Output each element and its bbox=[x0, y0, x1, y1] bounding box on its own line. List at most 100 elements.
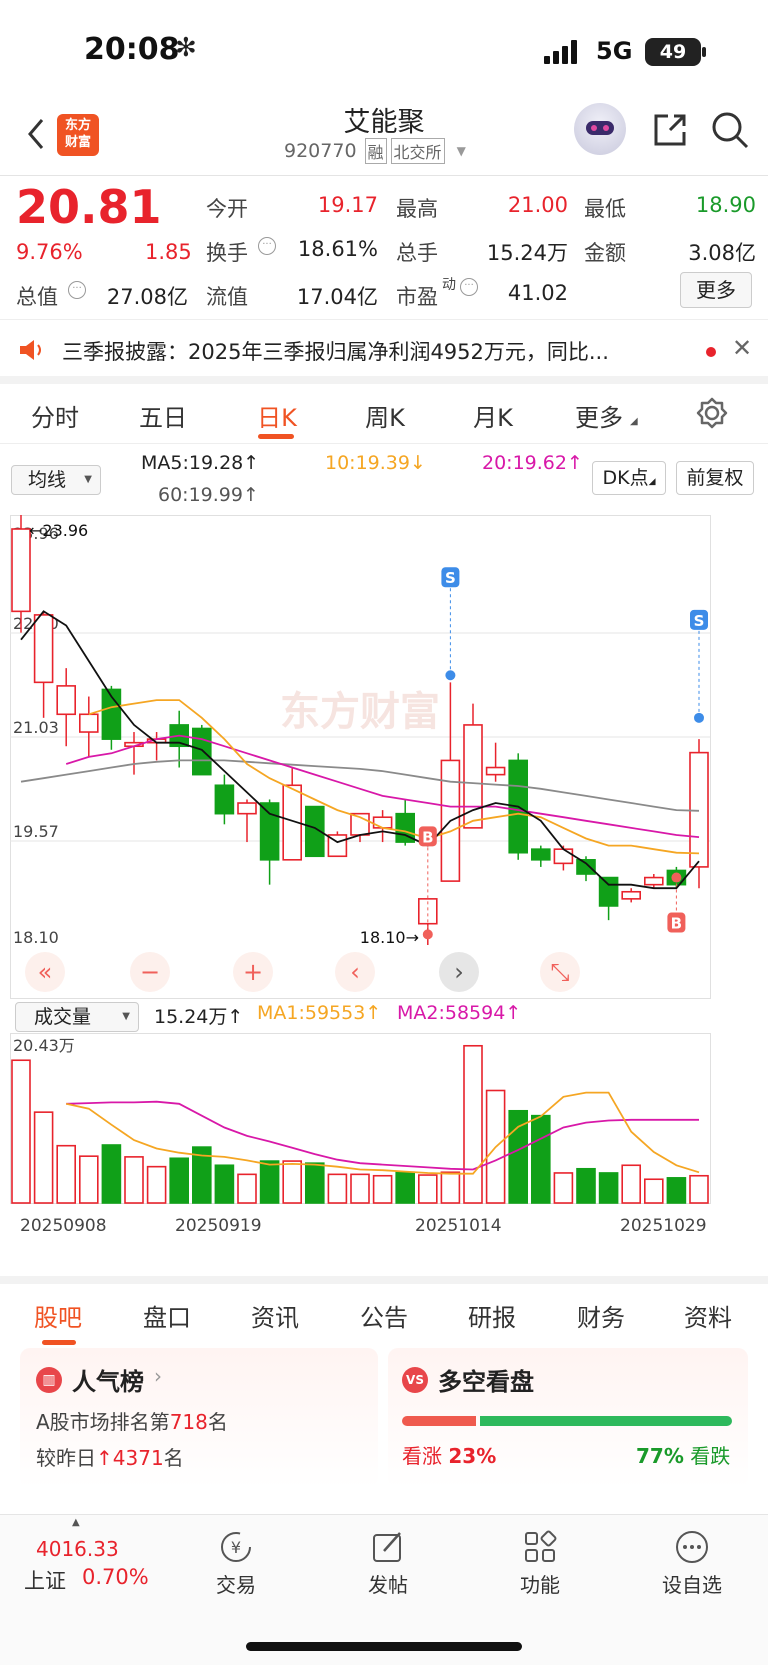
amt-label: 金额 bbox=[584, 241, 626, 265]
rank-line: A股市场排名第718名 bbox=[36, 1406, 228, 1435]
x-date-label: 20250908 bbox=[20, 1216, 107, 1236]
search-icon[interactable] bbox=[710, 110, 750, 154]
delta-suffix: 名 bbox=[163, 1446, 184, 1470]
x-date-label: 20251014 bbox=[415, 1216, 502, 1236]
vol-ma2-line bbox=[66, 1100, 699, 1171]
tab-intraday[interactable]: 分时 bbox=[22, 398, 88, 433]
exchange-tag: 北交所 bbox=[390, 138, 445, 164]
stock-code: 920770 bbox=[284, 140, 357, 162]
tab-orderbook[interactable]: 盘口 bbox=[133, 1298, 201, 1333]
control-glyph: ⤡ bbox=[550, 958, 569, 986]
candle-body bbox=[259, 802, 280, 861]
bull-bear-card[interactable]: VS 多空看盘 看涨 23% 77% 看跌 bbox=[388, 1348, 748, 1488]
more-button[interactable]: 更多 bbox=[680, 272, 752, 308]
watermark: 东方财富 bbox=[280, 689, 440, 735]
close-icon[interactable]: ✕ bbox=[732, 334, 752, 362]
stock-code-row[interactable]: 920770 融 北交所 ▼ bbox=[284, 137, 466, 165]
index-widget[interactable]: ▲ 4016.33 上证 0.70% bbox=[20, 1517, 170, 1597]
volume-bar bbox=[124, 1156, 144, 1204]
volume-value: 15.24万↑ bbox=[154, 1006, 244, 1028]
signal-label: B bbox=[422, 828, 433, 846]
bear-label: 77% 看跌 bbox=[636, 1440, 730, 1469]
post-button[interactable]: 发帖 bbox=[358, 1529, 418, 1599]
dk-point-button[interactable]: DK点◢ bbox=[592, 461, 666, 495]
content-tabs: 股吧 盘口 资讯 公告 研报 财务 资料 bbox=[0, 1276, 768, 1345]
bear-label-text: 看跌 bbox=[690, 1444, 731, 1468]
popularity-card[interactable]: ▥ 人气榜 › A股市场排名第718名 较昨日↑4371名 bbox=[20, 1348, 378, 1488]
zoom-in-icon[interactable]: + bbox=[233, 952, 273, 992]
home-indicator bbox=[246, 1642, 522, 1651]
notice-bar[interactable]: 三季报披露：2025年三季报归属净利润4952万元，同比... ✕ bbox=[0, 320, 768, 384]
signal-icon bbox=[544, 40, 584, 64]
info-icon[interactable]: ··· bbox=[68, 281, 86, 299]
control-glyph: − bbox=[140, 958, 160, 986]
volume-bar bbox=[169, 1157, 189, 1204]
tab-weekly[interactable]: 周K bbox=[352, 398, 418, 433]
fullscreen-icon[interactable]: ⤡ bbox=[540, 952, 580, 992]
volume-bar bbox=[621, 1164, 642, 1204]
yen-icon: ¥ bbox=[221, 1532, 251, 1562]
share-icon[interactable] bbox=[650, 110, 690, 154]
signal-label: B bbox=[671, 915, 682, 933]
dk-point-label: DK点 bbox=[602, 467, 649, 489]
tab-announce[interactable]: 公告 bbox=[350, 1298, 418, 1333]
y-tick-label: 21.03 bbox=[13, 718, 59, 737]
settings-icon[interactable] bbox=[696, 397, 728, 433]
tab-monthly[interactable]: 月K bbox=[460, 398, 526, 433]
candle-body bbox=[598, 876, 619, 907]
grid-icon bbox=[525, 1530, 557, 1562]
x-date-label: 20251029 bbox=[620, 1216, 707, 1236]
popularity-icon: ▥ bbox=[36, 1367, 62, 1393]
tab-finance[interactable]: 财务 bbox=[567, 1298, 635, 1333]
tab-profile[interactable]: 资料 bbox=[674, 1298, 742, 1333]
volume-bar bbox=[327, 1173, 348, 1204]
pe-value: 41.02 bbox=[507, 281, 568, 305]
control-glyph: + bbox=[243, 958, 263, 986]
tab-research[interactable]: 研报 bbox=[458, 1298, 526, 1333]
tab-five-day[interactable]: 五日 bbox=[130, 398, 196, 433]
kline-chart[interactable]: 23.9622.5021.0319.5718.10东方财富←23.9618.10… bbox=[10, 515, 758, 999]
vol-ma1-line bbox=[66, 1091, 700, 1175]
double-left-icon[interactable]: « bbox=[25, 952, 65, 992]
tab-news[interactable]: 资讯 bbox=[241, 1298, 309, 1333]
ma60-label: 60:19.99↑ bbox=[158, 484, 259, 506]
tab-daily[interactable]: 日K bbox=[244, 398, 310, 433]
unread-dot bbox=[706, 347, 716, 357]
battery-icon: 49 bbox=[645, 38, 701, 66]
volume-bar bbox=[576, 1167, 596, 1204]
vol-value: 15.24万 bbox=[486, 241, 568, 265]
volume-bar bbox=[463, 1044, 483, 1204]
control-glyph: « bbox=[38, 958, 53, 986]
watchlist-label: 设自选 bbox=[662, 1573, 722, 1597]
candle-body bbox=[192, 727, 212, 776]
volume-select[interactable]: 成交量 ▼ bbox=[15, 1002, 139, 1032]
right-icon[interactable]: › bbox=[439, 952, 479, 992]
vol-ma2-label: MA2:58594↑ bbox=[397, 1002, 522, 1024]
bull-label: 看涨 23% bbox=[402, 1440, 496, 1469]
amt-value: 3.08亿 bbox=[688, 241, 756, 265]
turn-value: 18.61% bbox=[297, 237, 378, 261]
clock: 20:08 bbox=[84, 32, 180, 67]
snowflake-icon: ✻ bbox=[175, 33, 197, 63]
left-icon[interactable]: ‹ bbox=[335, 952, 375, 992]
indicator-select-label: 均线 bbox=[28, 469, 67, 491]
volume-bar bbox=[350, 1173, 370, 1204]
robot-avatar[interactable] bbox=[574, 103, 626, 155]
indicator-select[interactable]: 均线 ▼ bbox=[11, 465, 101, 495]
trade-button[interactable]: ¥ 交易 bbox=[206, 1529, 266, 1599]
adjust-button[interactable]: 前复权 bbox=[676, 461, 754, 495]
turn-label: 换手 bbox=[206, 241, 248, 265]
volume-bar bbox=[33, 1111, 54, 1204]
tab-active-underline bbox=[42, 1340, 76, 1345]
volume-chart[interactable]: 20.43万 20250908 20250919 20251014 20251029 bbox=[10, 1033, 758, 1275]
mcap-label: 总值 bbox=[16, 285, 58, 309]
function-button[interactable]: 功能 bbox=[510, 1529, 570, 1599]
info-icon[interactable]: ··· bbox=[258, 237, 276, 255]
rank-suffix: 名 bbox=[207, 1410, 228, 1434]
tab-more[interactable]: 更多 bbox=[566, 398, 632, 433]
tab-forum[interactable]: 股吧 bbox=[24, 1298, 92, 1333]
zoom-out-icon[interactable]: − bbox=[130, 952, 170, 992]
delta-value: 4371 bbox=[112, 1446, 164, 1470]
add-watchlist-button[interactable]: 设自选 bbox=[654, 1529, 730, 1599]
up-arrow-icon: ↑ bbox=[96, 1446, 113, 1470]
